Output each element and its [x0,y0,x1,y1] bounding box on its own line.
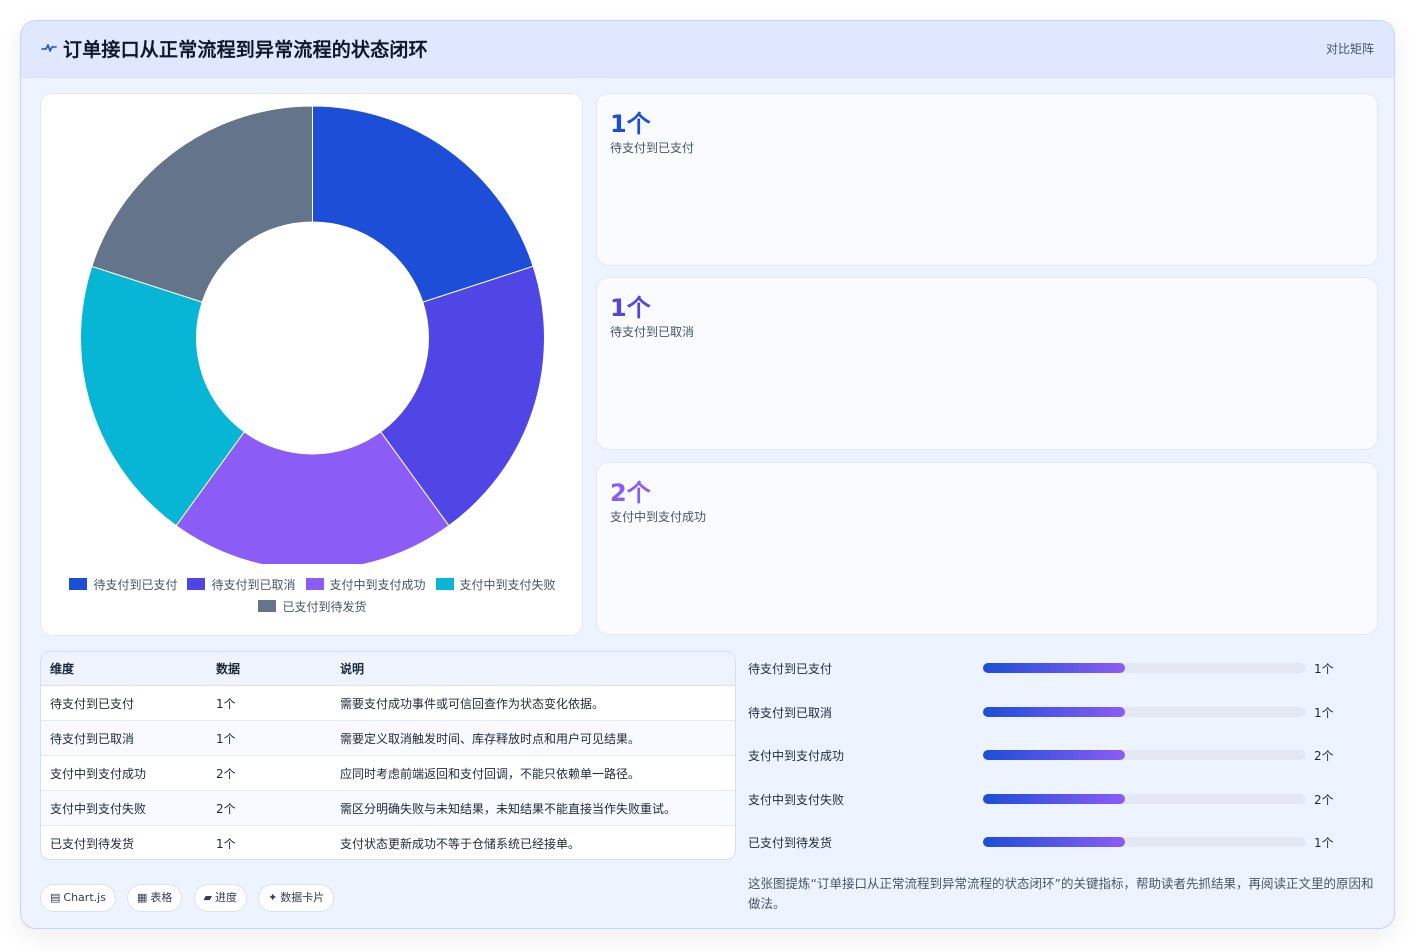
table-cell: 待支付到已取消 [41,720,207,756]
table-row: 支付中到支付成功 2个 应同时考虑前端返回和支付回调，不能只依赖单一路径。 [41,755,735,791]
table-row: 待支付到已支付 1个 需要支付成功事件或可信回查作为状态变化依据。 [41,685,735,721]
table-cell: 2个 [207,790,331,826]
progress-value: 1个 [1314,836,1334,850]
legend-item[interactable]: 待支付到已支付 [69,574,177,596]
legend-label: 支付中到支付成功 [329,578,426,592]
progress-label: 待支付到已取消 [748,706,833,720]
progress-row: 待支付到已支付 1个 [748,658,1378,678]
chip-data-card[interactable]: ✦ 数据卡片 [258,884,335,912]
progress-track [983,794,1306,804]
stat-label: 待支付到已取消 [610,325,695,339]
chart-legend: 待支付到已支付 待支付到已取消 支付中到支付成功 支付中到支付失败已支付到待发货 [41,574,584,618]
chip-progress[interactable]: ▰ 进度 [193,884,247,912]
table-cell: 1个 [216,836,236,851]
legend-swatch [258,600,277,612]
progress-value: 1个 [1314,706,1334,720]
table-cell: 1个 [207,720,331,756]
stat-label: 支付中到支付成功 [610,510,707,524]
legend-swatch [69,578,88,590]
doughnut-chart [80,105,545,564]
legend-label: 支付中到支付失败 [459,578,556,592]
progress-list: 待支付到已支付 1个 待支付到已取消 1个 支付中到支付成功 2个 支付中到支付… [748,651,1378,871]
chip-chartjs[interactable]: ▤ Chart.js [40,884,116,912]
column-header: 维度 [41,652,207,686]
progress-fill [983,837,1126,847]
table-cell: 支付中到支付成功 [41,755,207,791]
progress-row: 待支付到已取消 1个 [748,702,1378,722]
progress-label: 待支付到已支付 [748,662,833,676]
stat-label: 待支付到已支付 [610,141,695,155]
table-header-row: 维度 数据 说明 [41,652,735,686]
page-title: 订单接口从正常流程到异常流程的状态闭环 [63,39,428,61]
progress-value: 2个 [1314,749,1334,763]
table-cell: 需要定义取消触发时间、库存释放时点和用户可见结果。 [331,720,735,756]
chip-label: 数据卡片 [280,891,325,904]
table-row: 支付中到支付失败 2个 需区分明确失败与未知结果，未知结果不能直接当作失败重试。 [41,790,735,826]
table-cell: 支付状态更新成功不等于仓储系统已经接单。 [340,836,581,851]
table-row: 待支付到已取消 1个 需要定义取消触发时间、库存释放时点和用户可见结果。 [41,720,735,756]
doughnut-slice[interactable] [91,105,313,303]
stat-card: 1个 待支付到已取消 [596,277,1378,450]
column-header: 数据 [207,652,331,686]
progress-icon: ▰ [203,891,212,904]
progress-fill [983,750,1126,760]
pulse-icon [41,44,57,52]
progress-track [983,837,1306,847]
feature-chips: ▤ Chart.js ▦ 表格 ▰ 进度 ✦ 数据卡片 [40,884,340,912]
stat-value: 1个 [610,294,651,322]
legend-item[interactable]: 待支付到已取消 [187,574,296,596]
progress-row: 支付中到支付失败 2个 [748,789,1378,809]
legend-label: 待支付到已取消 [211,578,296,592]
progress-row: 已支付到待发货 1个 [748,832,1378,852]
progress-value: 1个 [1314,662,1334,676]
chart-icon: ▤ [50,891,61,904]
progress-track [983,663,1306,673]
chip-table[interactable]: ▦ 表格 [127,884,183,912]
table-row: 已支付到待发货 1个 支付状态更新成功不等于仓储系统已经接单。 [41,826,735,860]
legend-item[interactable]: 已支付到待发货 [258,596,367,618]
progress-track [983,707,1306,717]
main-card: 订单接口从正常流程到异常流程的状态闭环 对比矩阵 待支付到已支付 待支付到已取消支… [20,20,1395,929]
legend-item[interactable]: 支付中到支付失败 [435,574,556,596]
doughnut-slice[interactable] [312,105,534,303]
table-cell: 需区分明确失败与未知结果，未知结果不能直接当作失败重试。 [331,790,735,826]
table-cell: 已支付到待发货 [50,836,135,851]
progress-label: 已支付到待发货 [748,836,833,850]
table-icon: ▦ [137,891,148,904]
column-header: 说明 [331,652,735,686]
legend-item[interactable]: 支付中到支付成功 [305,574,426,596]
card-header: 订单接口从正常流程到异常流程的状态闭环 对比矩阵 [21,21,1394,78]
table-cell: 需要支付成功事件或可信回查作为状态变化依据。 [331,685,735,721]
doughnut-chart-panel: 待支付到已支付 待支付到已取消 支付中到支付成功 支付中到支付失败已支付到待发货 [40,93,583,636]
header-tag: 对比矩阵 [1325,42,1374,56]
progress-label: 支付中到支付成功 [748,749,845,763]
stat-value: 1个 [610,110,651,138]
progress-value: 2个 [1314,793,1334,807]
stat-value: 2个 [610,479,651,507]
stat-card: 2个 支付中到支付成功 [596,462,1378,635]
table-cell: 支付中到支付失败 [41,790,207,826]
legend-label: 已支付到待发货 [282,600,367,614]
progress-label: 支付中到支付失败 [748,793,845,807]
legend-swatch [305,578,324,590]
chip-label: 表格 [150,891,173,904]
table-cell: 2个 [207,755,331,791]
table-cell: 1个 [207,685,331,721]
chip-label: 进度 [214,891,237,904]
stat-card: 1个 待支付到已支付 [596,93,1378,266]
chip-label: Chart.js [63,891,106,904]
legend-label: 待支付到已支付 [93,578,178,592]
progress-track [983,750,1306,760]
comparison-table: 维度 数据 说明 待支付到已支付 1个 需要支付成功事件或可信回查作为状态变化依… [40,651,736,860]
progress-fill [983,663,1126,673]
progress-fill [983,707,1126,717]
legend-swatch [435,578,454,590]
legend-swatch [187,578,206,590]
table-cell: 应同时考虑前端返回和支付回调，不能只依赖单一路径。 [331,755,735,791]
sparkle-icon: ✦ [268,891,278,904]
progress-row: 支付中到支付成功 2个 [748,745,1378,765]
progress-fill [983,794,1126,804]
footnote: 这张图提炼“订单接口从正常流程到异常流程的状态闭环”的关键指标，帮助读者先抓结果… [748,876,1374,911]
table-cell: 待支付到已支付 [41,685,207,721]
